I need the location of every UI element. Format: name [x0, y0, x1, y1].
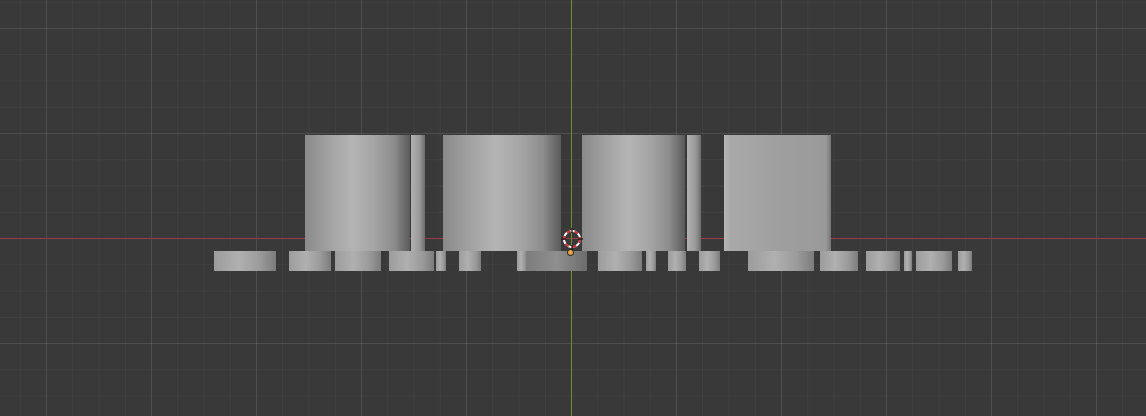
- base-segment[interactable]: [699, 251, 720, 271]
- base-segment[interactable]: [958, 251, 972, 271]
- base-segment[interactable]: [820, 251, 858, 271]
- base-segment[interactable]: [517, 251, 527, 271]
- base-segment[interactable]: [748, 251, 814, 271]
- cylinder-object[interactable]: [443, 135, 561, 251]
- y-axis-line: [571, 0, 572, 416]
- base-segment[interactable]: [598, 251, 642, 271]
- base-segment[interactable]: [459, 251, 481, 271]
- base-segment[interactable]: [668, 251, 686, 271]
- 3d-viewport[interactable]: [0, 0, 1146, 416]
- base-segment[interactable]: [646, 251, 656, 271]
- base-segment[interactable]: [214, 251, 276, 271]
- base-segment[interactable]: [866, 251, 900, 271]
- base-segment[interactable]: [527, 251, 587, 271]
- base-segment[interactable]: [436, 251, 446, 271]
- origin-point-icon: [567, 249, 574, 256]
- base-segment[interactable]: [289, 251, 331, 271]
- base-segment[interactable]: [335, 251, 381, 271]
- base-segment[interactable]: [389, 251, 434, 271]
- 3d-cursor-icon[interactable]: [561, 228, 583, 250]
- cube-object[interactable]: [724, 135, 831, 251]
- post-object[interactable]: [411, 135, 425, 251]
- base-segment[interactable]: [916, 251, 952, 271]
- base-segment[interactable]: [904, 251, 912, 271]
- cylinder-object[interactable]: [305, 135, 410, 251]
- cylinder-object[interactable]: [582, 135, 685, 251]
- post-object[interactable]: [687, 135, 701, 251]
